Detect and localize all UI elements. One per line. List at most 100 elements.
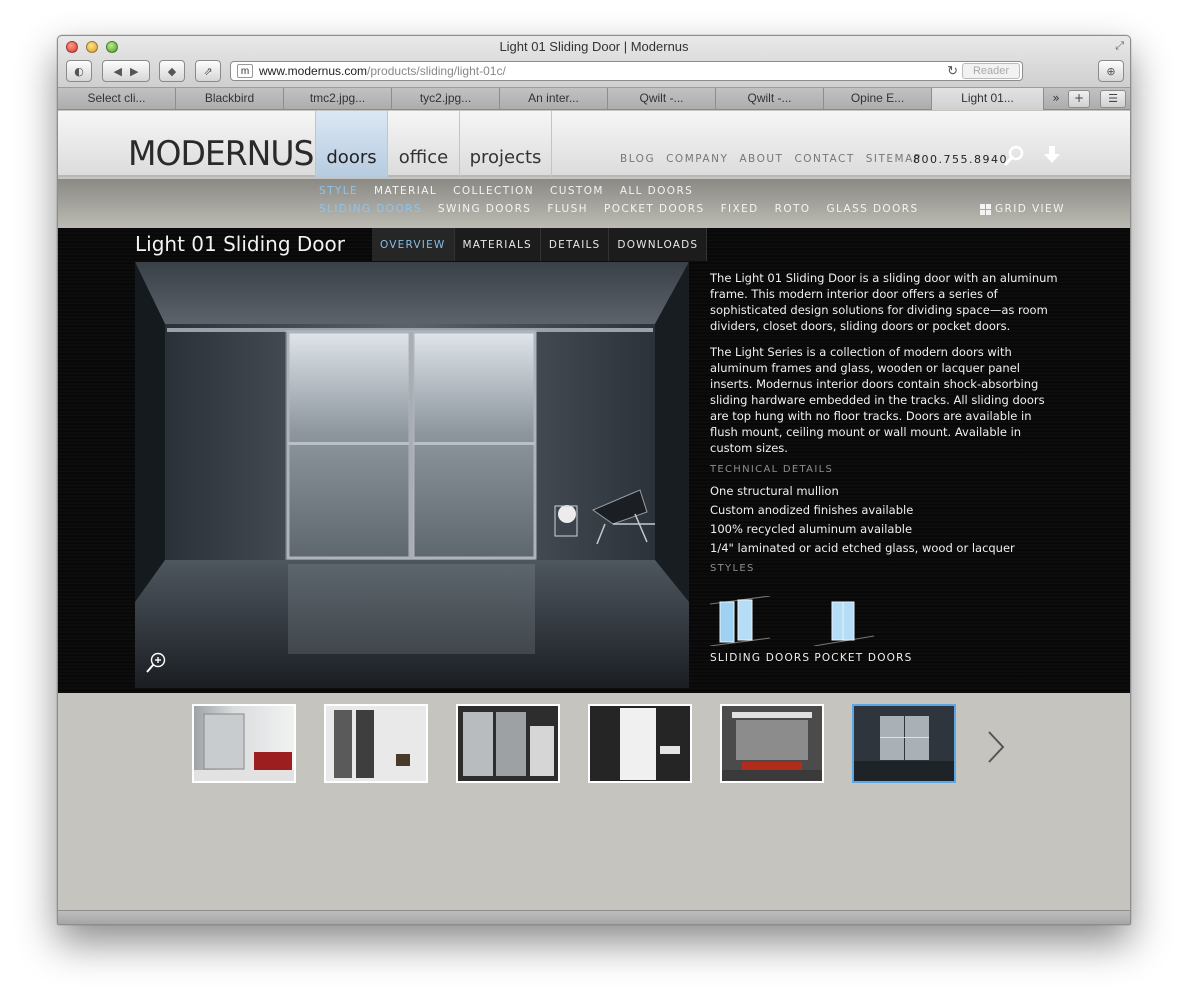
nav-contact[interactable]: CONTACT: [794, 153, 854, 165]
sliding-door-style-icon: [710, 596, 771, 646]
styles-heading: STYLES: [710, 563, 755, 574]
sliding-door-photo: [135, 262, 689, 688]
browser-tab[interactable]: Blackbird: [176, 88, 284, 110]
description-paragraph: The Light Series is a collection of mode…: [710, 345, 1045, 455]
fullscreen-icon[interactable]: ⤢: [1115, 39, 1124, 53]
product-section: Light 01 Sliding Door OVERVIEW MATERIALS…: [58, 228, 1130, 693]
grid-view-label: GRID VIEW: [995, 203, 1065, 215]
more-tabs-icon[interactable]: »: [1046, 88, 1066, 110]
tech-detail-item: 1/4" laminated or acid etched glass, woo…: [710, 541, 1015, 555]
browser-tab[interactable]: tyc2.jpg...: [392, 88, 500, 110]
forward-icon[interactable]: ▶: [130, 65, 138, 78]
nav-company[interactable]: COMPANY: [666, 153, 728, 165]
subnav-filter-row: STYLE MATERIAL COLLECTION CUSTOM ALL DOO…: [319, 185, 693, 197]
thumbnail-strip: [58, 693, 1130, 911]
subnav-material[interactable]: MATERIAL: [374, 185, 437, 197]
subnav-custom[interactable]: CUSTOM: [550, 185, 604, 197]
subnav-roto[interactable]: ROTO: [775, 203, 811, 215]
gallery-thumbnail[interactable]: [588, 704, 692, 783]
product-hero-image[interactable]: [135, 262, 689, 688]
tab-overview[interactable]: OVERVIEW: [372, 228, 455, 261]
tab-downloads[interactable]: DOWNLOADS: [609, 228, 708, 261]
share-button[interactable]: ⇗: [195, 60, 221, 82]
subnav-collection[interactable]: COLLECTION: [453, 185, 534, 197]
gallery-thumbnail-active[interactable]: [852, 704, 956, 783]
modernus-logo[interactable]: MODERNUS: [128, 134, 314, 174]
back-icon[interactable]: ◀: [114, 65, 122, 78]
grid-icon: [980, 203, 991, 215]
subnav-all-doors[interactable]: ALL DOORS: [620, 185, 693, 197]
tab-bar: Select cli... Blackbird tmc2.jpg... tyc2…: [58, 88, 1130, 110]
downloads-icon: ⊕: [1106, 64, 1116, 78]
search-icon[interactable]: [1003, 145, 1025, 171]
address-bar[interactable]: m www.modernus.com/products/sliding/ligh…: [230, 61, 1023, 81]
subnav-style-row: SLIDING DOORS SWING DOORS FLUSH POCKET D…: [319, 203, 919, 215]
url-host: www.modernus.com: [259, 64, 368, 78]
style-label: SLIDING DOORS: [710, 652, 811, 664]
share-icon: ⇗: [203, 64, 213, 78]
subnav-fixed[interactable]: FIXED: [721, 203, 759, 215]
subnav-swing-doors[interactable]: SWING DOORS: [438, 203, 531, 215]
browser-tab[interactable]: Select cli...: [58, 88, 176, 110]
tech-detail-item: Custom anodized finishes available: [710, 503, 914, 517]
tab-details[interactable]: DETAILS: [540, 228, 610, 261]
new-tab-button[interactable]: +: [1068, 90, 1090, 108]
subnav-style[interactable]: STYLE: [319, 185, 358, 197]
browser-tab[interactable]: Qwilt -...: [716, 88, 824, 110]
status-bar: [58, 910, 1130, 924]
url-path: /products/sliding/light-01c/: [367, 64, 506, 78]
tech-detail-item: 100% recycled aluminum available: [710, 522, 913, 536]
phone-number: 800.755.8940: [913, 153, 1008, 166]
window-title: Light 01 Sliding Door | Modernus: [499, 39, 689, 54]
site-header: MODERNUS doors office projects BLOG COMP…: [58, 111, 1130, 177]
browser-window: Light 01 Sliding Door | Modernus ⤢ ◐ ◀ ▶…: [57, 35, 1131, 925]
browser-tab[interactable]: An inter...: [500, 88, 608, 110]
browser-tab[interactable]: Opine E...: [824, 88, 932, 110]
description-paragraph: The Light 01 Sliding Door is a sliding d…: [710, 271, 1058, 333]
utility-nav: BLOG COMPANY ABOUT CONTACT SITEMAP: [620, 153, 922, 165]
technical-details-heading: TECHNICAL DETAILS: [710, 464, 834, 475]
zoom-in-icon[interactable]: [145, 652, 167, 678]
grid-view-button[interactable]: GRID VIEW: [980, 203, 1065, 215]
browser-tab[interactable]: Qwilt -...: [608, 88, 716, 110]
style-pocket-doors[interactable]: POCKET DOORS: [814, 596, 912, 664]
download-arrow-icon[interactable]: [1043, 145, 1061, 169]
tab-materials[interactable]: MATERIALS: [454, 228, 541, 261]
subnav-flush[interactable]: FLUSH: [547, 203, 588, 215]
site-favicon-icon: m: [237, 64, 253, 78]
back-forward-buttons[interactable]: ◀ ▶: [102, 60, 150, 82]
gallery-thumbnail[interactable]: [324, 704, 428, 783]
cat-extension-icon: ◆: [167, 64, 177, 78]
style-sliding-doors[interactable]: SLIDING DOORS: [710, 596, 810, 664]
subnav-sliding-doors[interactable]: SLIDING DOORS: [319, 203, 422, 215]
browser-toolbar: Light 01 Sliding Door | Modernus ⤢ ◐ ◀ ▶…: [58, 36, 1130, 88]
nav-blog[interactable]: BLOG: [620, 153, 655, 165]
product-description: The Light 01 Sliding Door is a sliding d…: [710, 270, 1060, 581]
history-button[interactable]: ◐: [66, 60, 92, 82]
style-label: POCKET DOORS: [814, 652, 913, 664]
product-title: Light 01 Sliding Door: [135, 232, 345, 256]
subnav-pocket-doors[interactable]: POCKET DOORS: [604, 203, 705, 215]
reader-button[interactable]: Reader: [962, 63, 1020, 79]
styles-list: SLIDING DOORS POCKET DOORS: [710, 596, 917, 664]
gallery-thumbnail[interactable]: [720, 704, 824, 783]
browser-tab[interactable]: tmc2.jpg...: [284, 88, 392, 110]
nav-projects[interactable]: projects: [459, 111, 552, 177]
extension-button[interactable]: ◆: [159, 60, 185, 82]
downloads-button[interactable]: ⊕: [1098, 60, 1124, 82]
product-tabs: OVERVIEW MATERIALS DETAILS DOWNLOADS: [372, 228, 708, 261]
gallery-thumbnail[interactable]: [192, 704, 296, 783]
sub-navigation: STYLE MATERIAL COLLECTION CUSTOM ALL DOO…: [58, 179, 1130, 228]
history-icon: ◐: [74, 64, 84, 78]
nav-doors[interactable]: doors: [315, 111, 387, 177]
gallery-thumbnail[interactable]: [456, 704, 560, 783]
browser-tab-active[interactable]: Light 01...: [932, 88, 1044, 110]
next-arrow-icon[interactable]: [986, 730, 1006, 768]
nav-office[interactable]: office: [387, 111, 459, 177]
tab-overview-button[interactable]: ☰: [1100, 90, 1126, 108]
subnav-glass-doors[interactable]: GLASS DOORS: [826, 203, 918, 215]
tech-detail-item: One structural mullion: [710, 484, 839, 498]
pocket-door-style-icon: [814, 601, 875, 646]
nav-about[interactable]: ABOUT: [739, 153, 783, 165]
reload-icon[interactable]: ↻: [947, 63, 958, 79]
